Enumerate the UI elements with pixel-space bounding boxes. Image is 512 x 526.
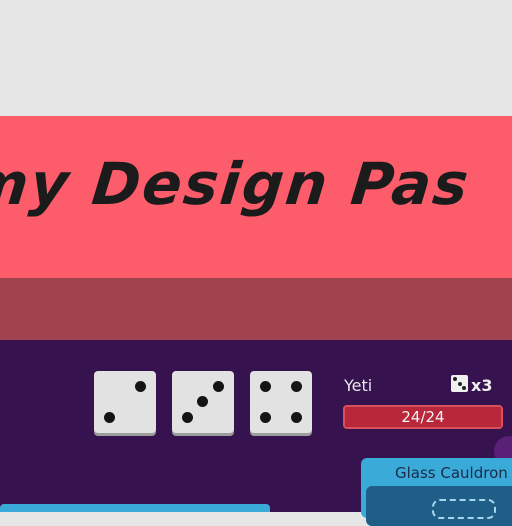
banner-title: my Design Pas [0, 150, 474, 218]
die-pip [104, 412, 115, 423]
enemy-health-bar: 24/24 [343, 405, 503, 429]
die-pip [291, 412, 302, 423]
dice-slot[interactable] [432, 499, 496, 519]
die-pip [260, 412, 271, 423]
die-pip [260, 381, 271, 392]
die-pip [291, 381, 302, 392]
health-text: 24/24 [401, 408, 445, 426]
enemy-name: Yeti [344, 376, 373, 395]
die-pip [197, 396, 208, 407]
die-three[interactable] [172, 371, 234, 433]
die-four[interactable] [250, 371, 312, 433]
top-background [0, 0, 512, 116]
die-pip [182, 412, 193, 423]
equipment-title: Glass Cauldron [395, 464, 508, 482]
bottom-card-edge[interactable] [0, 504, 270, 512]
die-pip [135, 381, 146, 392]
dice-icon [451, 375, 468, 392]
enemy-dice-count: x3 [471, 376, 493, 395]
die-pip [213, 381, 224, 392]
die-two[interactable] [94, 371, 156, 433]
banner-shadow [0, 278, 512, 340]
